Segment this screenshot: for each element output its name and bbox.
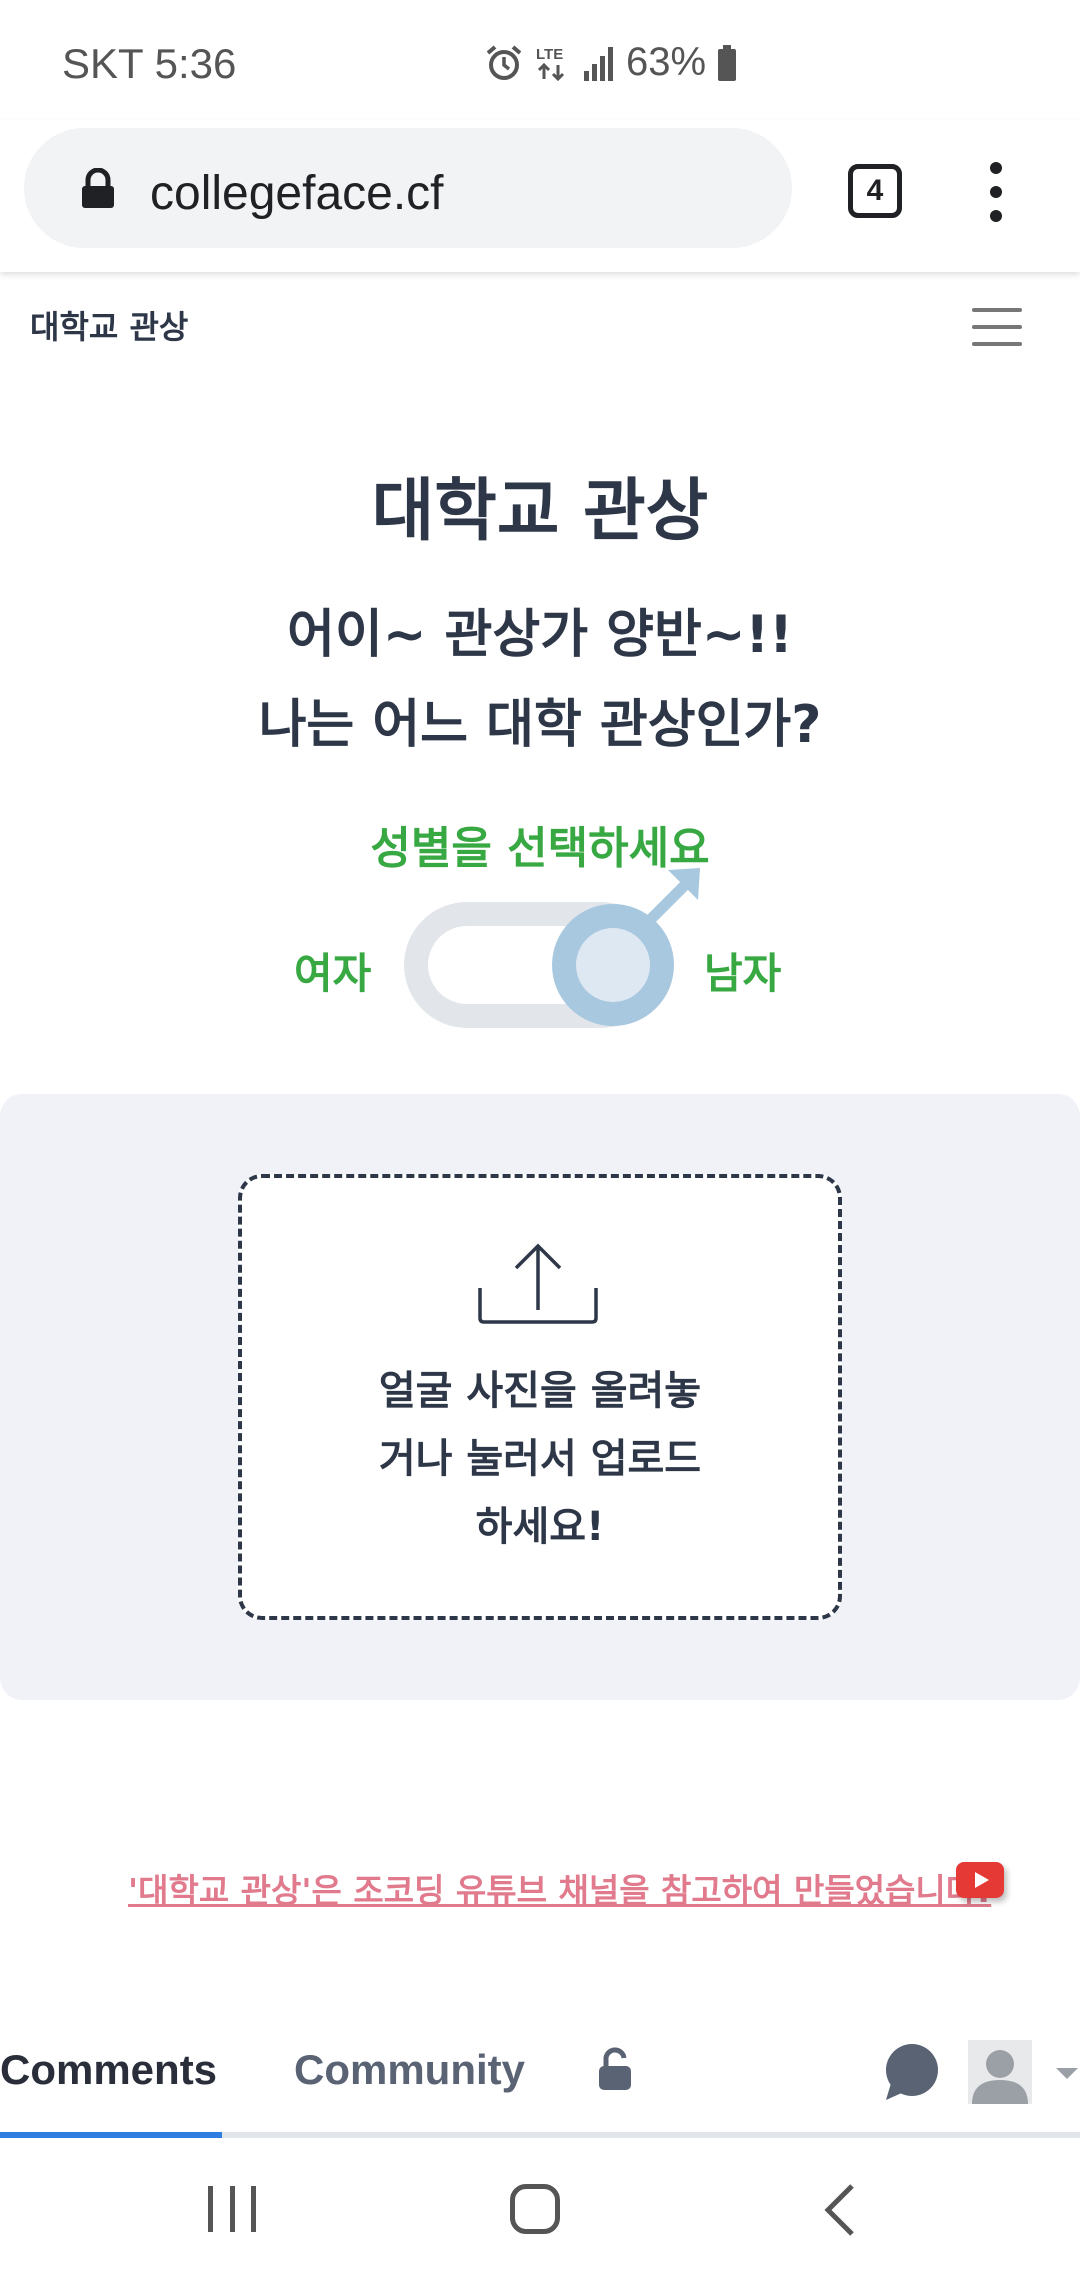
lte-icon: LTE [536, 46, 565, 81]
alarm-icon [486, 44, 522, 80]
browser-toolbar: collegeface.cf 4 [0, 120, 1080, 272]
padlock-icon[interactable] [596, 2046, 634, 2092]
battery-percent: 63% [626, 40, 707, 84]
comments-bar: Comments Community [0, 2032, 1080, 2138]
caret-down-icon[interactable] [1056, 2068, 1078, 2079]
lock-icon [82, 168, 114, 208]
battery-icon [718, 44, 737, 81]
avatar[interactable] [968, 2040, 1032, 2104]
gender-label-female: 여자 [294, 949, 372, 998]
url-text: collegeface.cf [150, 167, 444, 220]
youtube-icon[interactable] [956, 1862, 1004, 1898]
user-icon [972, 2050, 1028, 2104]
page-title: 대학교 관상 [371, 472, 709, 551]
tab-community[interactable]: Community [294, 2046, 525, 2094]
upload-instruction-line-1: 얼굴 사진을 올려놓 [378, 1368, 702, 1414]
male-symbol-icon [636, 868, 700, 934]
lte-label: LTE [536, 46, 563, 63]
upload-icon [478, 1243, 598, 1324]
tabs-icon[interactable]: 4 [848, 164, 902, 218]
credit-link[interactable]: '대학교 관상'은 조코딩 유튜브 채널을 참고하여 만들었습니다! [128, 1864, 991, 1912]
gender-label-male: 남자 [704, 949, 782, 998]
back-icon[interactable] [820, 2182, 860, 2238]
site-navbar: 대학교 관상 [0, 272, 1080, 382]
kebab-menu-icon[interactable] [980, 162, 1012, 222]
upload-instruction-line-3: 하세요! [475, 1504, 605, 1550]
tab-count: 4 [866, 174, 884, 207]
address-bar[interactable]: collegeface.cf [24, 128, 792, 248]
home-icon[interactable] [510, 2184, 560, 2234]
signal-icon [584, 46, 613, 81]
chat-bubble-icon[interactable] [880, 2042, 940, 2102]
subtitle-line-1: 어이~ 관상가 양반~!! [287, 605, 793, 665]
subtitle-line-2: 나는 어느 대학 관상인가? [258, 695, 822, 755]
recent-apps-icon[interactable] [208, 2186, 256, 2232]
active-tab-indicator [0, 2132, 222, 2138]
upload-instruction-line-2: 거나 눌러서 업로드 [378, 1436, 702, 1482]
hamburger-icon[interactable] [972, 308, 1022, 346]
status-icons: LTE 63% [484, 40, 738, 85]
site-brand[interactable]: 대학교 관상 [30, 302, 188, 348]
status-bar: SKT 5:36 LTE 63% [0, 0, 1080, 120]
status-carrier-time: SKT 5:36 [62, 40, 237, 87]
android-navigation-bar [0, 2140, 1080, 2280]
tab-comments[interactable]: Comments [0, 2046, 217, 2094]
gender-prompt: 성별을 선택하세요 [370, 823, 710, 874]
